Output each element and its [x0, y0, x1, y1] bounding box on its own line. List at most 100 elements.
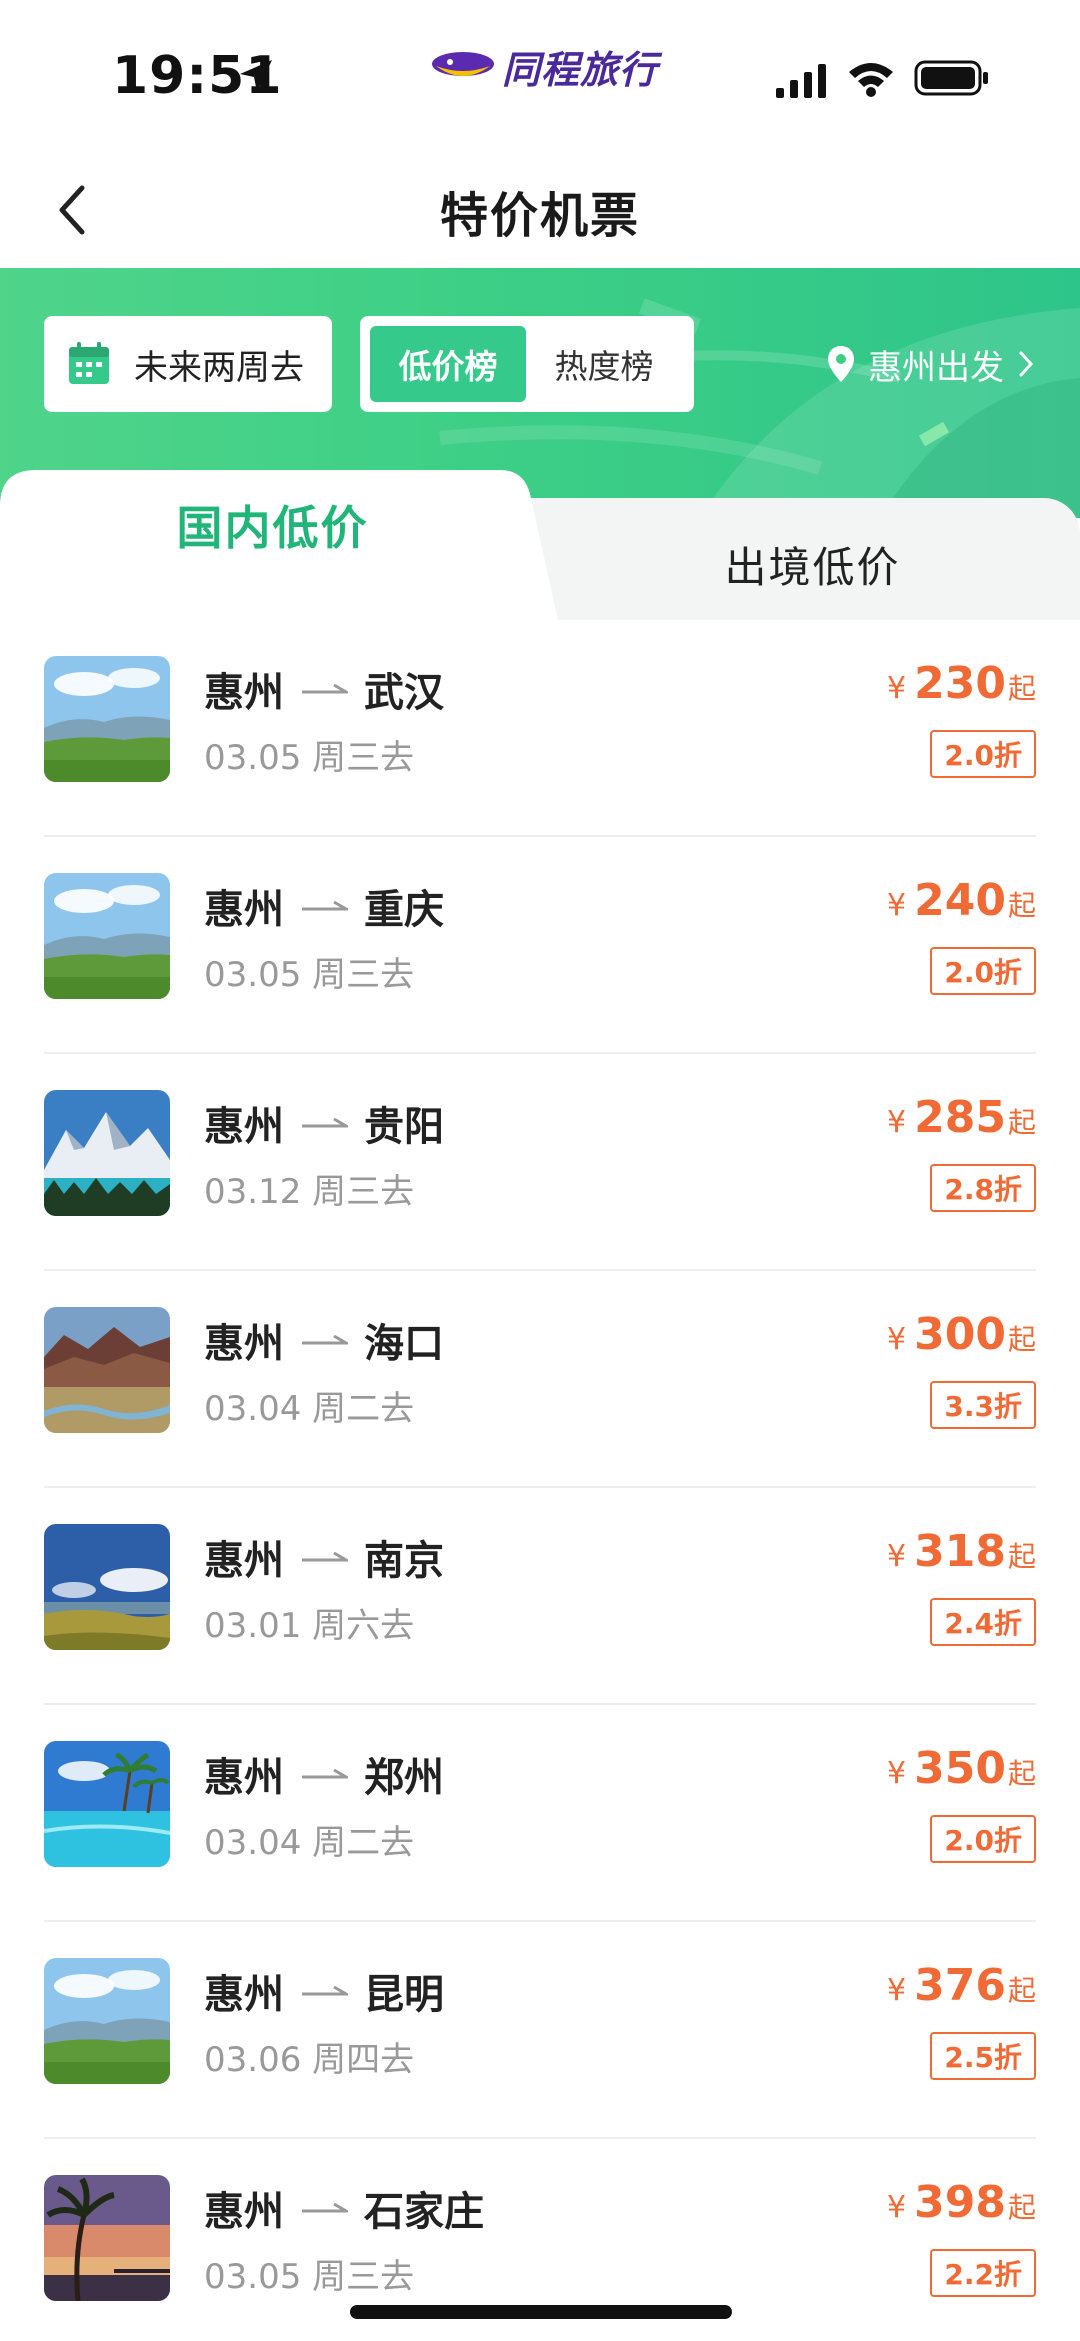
snow-mountain-image [44, 1090, 170, 1216]
price-suffix: 起 [1007, 1106, 1036, 1139]
canyon-river-image [44, 1307, 170, 1433]
destination-city: 海口 [364, 1321, 444, 1367]
currency-symbol: ¥ [887, 671, 907, 706]
price-suffix: 起 [1007, 1974, 1036, 2007]
origin-city: 惠州 [204, 1538, 284, 1584]
currency-symbol: ¥ [887, 1322, 907, 1357]
flight-deal-row[interactable]: 惠州 重庆 03.05 周三去 ¥ 240 起 2.0折 [0, 837, 1080, 1054]
grassland-image [44, 873, 170, 999]
destination-city: 昆明 [364, 1972, 444, 2018]
beach-sunset-image [44, 2175, 170, 2301]
brand-logo: 同程旅行 [430, 38, 658, 94]
discount-badge: 2.2折 [930, 2249, 1036, 2297]
route: 惠州 南京 [204, 1528, 444, 1586]
departure-date: 03.05 周三去 [204, 2257, 415, 2297]
currency-symbol: ¥ [887, 2190, 907, 2225]
nav-bar: 特价机票 [0, 150, 1080, 270]
route-arrow-icon [302, 900, 348, 911]
destination-city: 南京 [364, 1538, 444, 1584]
wifi-icon [849, 63, 893, 97]
discount-badge: 2.8折 [930, 1164, 1036, 1212]
calendar-icon [69, 342, 109, 384]
origin-city: 惠州 [204, 1321, 284, 1367]
route: 惠州 贵阳 [204, 1094, 444, 1152]
currency-symbol: ¥ [887, 888, 907, 923]
flight-deal-row[interactable]: 惠州 昆明 03.06 周四去 ¥ 376 起 2.5折 [0, 1922, 1080, 2139]
price-suffix: 起 [1007, 1540, 1036, 1573]
discount-badge: 2.0折 [930, 730, 1036, 778]
route: 惠州 昆明 [204, 1962, 444, 2020]
tab-popularity-rank[interactable]: 热度榜 [526, 326, 682, 402]
tab-international-low-price[interactable]: 出境低价 [545, 534, 1080, 595]
grassland-image [44, 1958, 170, 2084]
discount-badge: 2.0折 [930, 947, 1036, 995]
currency-symbol: ¥ [887, 1105, 907, 1140]
date-range-filter[interactable]: 未来两周去 [44, 316, 332, 412]
destination-city: 石家庄 [364, 2189, 484, 2235]
price: ¥ 376 起 [887, 1960, 1036, 2011]
price-value: 300 [914, 1309, 1006, 1360]
chevron-right-icon [1019, 351, 1034, 377]
price: ¥ 398 起 [887, 2177, 1036, 2228]
route-arrow-icon [302, 1334, 348, 1345]
price-value: 398 [914, 2177, 1006, 2228]
grassland-image [44, 656, 170, 782]
brand-name: 同程旅行 [502, 47, 659, 92]
tropical-pool-image [44, 1741, 170, 1867]
cellular-signal-icon [776, 64, 826, 98]
departure-date: 03.04 周二去 [204, 1823, 415, 1863]
origin-city: 惠州 [204, 1104, 284, 1150]
flight-deal-row[interactable]: 惠州 海口 03.04 周二去 ¥ 300 起 3.3折 [0, 1271, 1080, 1488]
price-suffix: 起 [1007, 889, 1036, 922]
rank-switch: 低价榜 热度榜 [360, 316, 694, 412]
origin-city: 惠州 [204, 2189, 284, 2235]
price: ¥ 240 起 [887, 875, 1036, 926]
price-value: 240 [914, 875, 1006, 926]
flight-deal-row[interactable]: 惠州 武汉 03.05 周三去 ¥ 230 起 2.0折 [0, 620, 1080, 837]
flight-deal-row[interactable]: 惠州 贵阳 03.12 周三去 ¥ 285 起 2.8折 [0, 1054, 1080, 1271]
route-arrow-icon [302, 1117, 348, 1128]
status-bar: 19:51 同程旅行 [0, 0, 1080, 150]
route: 惠州 郑州 [204, 1745, 444, 1803]
price-value: 285 [914, 1092, 1006, 1143]
departure-date: 03.05 周三去 [204, 738, 415, 778]
discount-badge: 3.3折 [930, 1381, 1036, 1429]
discount-badge: 2.5折 [930, 2032, 1036, 2080]
lake-hills-image [44, 1524, 170, 1650]
page-title: 特价机票 [439, 188, 640, 244]
home-indicator[interactable] [350, 2305, 732, 2319]
flight-deal-row[interactable]: 惠州 郑州 03.04 周二去 ¥ 350 起 2.0折 [0, 1705, 1080, 1922]
currency-symbol: ¥ [887, 1539, 907, 1574]
route: 惠州 石家庄 [204, 2179, 484, 2237]
price-suffix: 起 [1007, 1757, 1036, 1790]
price: ¥ 318 起 [887, 1526, 1036, 1577]
route-arrow-icon [302, 1985, 348, 1996]
location-pin-icon [828, 346, 854, 382]
currency-symbol: ¥ [887, 1756, 907, 1791]
location-arrow-icon [240, 60, 272, 92]
route-arrow-icon [302, 1768, 348, 1779]
destination-city: 重庆 [364, 887, 444, 933]
origin-city: 惠州 [204, 887, 284, 933]
discount-badge: 2.4折 [930, 1598, 1036, 1646]
discount-badge: 2.0折 [930, 1815, 1036, 1863]
price-suffix: 起 [1007, 672, 1036, 705]
route: 惠州 重庆 [204, 877, 444, 935]
price: ¥ 300 起 [887, 1309, 1036, 1360]
price: ¥ 285 起 [887, 1092, 1036, 1143]
flight-deal-row[interactable]: 惠州 南京 03.01 周六去 ¥ 318 起 2.4折 [0, 1488, 1080, 1705]
tab-low-price-rank[interactable]: 低价榜 [370, 326, 526, 402]
price-suffix: 起 [1007, 1323, 1036, 1356]
origin-city: 惠州 [204, 1755, 284, 1801]
route-arrow-icon [302, 683, 348, 694]
category-tabs: 国内低价 出境低价 [0, 470, 1080, 620]
route-arrow-icon [302, 1551, 348, 1562]
departure-date: 03.12 周三去 [204, 1172, 415, 1212]
route: 惠州 武汉 [204, 660, 444, 718]
flight-deal-list: 惠州 武汉 03.05 周三去 ¥ 230 起 2.0折 惠州 重庆 03.05… [0, 620, 1080, 2341]
departure-date: 03.06 周四去 [204, 2040, 415, 2080]
route-arrow-icon [302, 2202, 348, 2213]
tab-domestic-low-price[interactable]: 国内低价 [0, 492, 545, 558]
destination-city: 武汉 [364, 670, 444, 716]
departure-city-selector[interactable]: 惠州出发 [826, 334, 1036, 394]
